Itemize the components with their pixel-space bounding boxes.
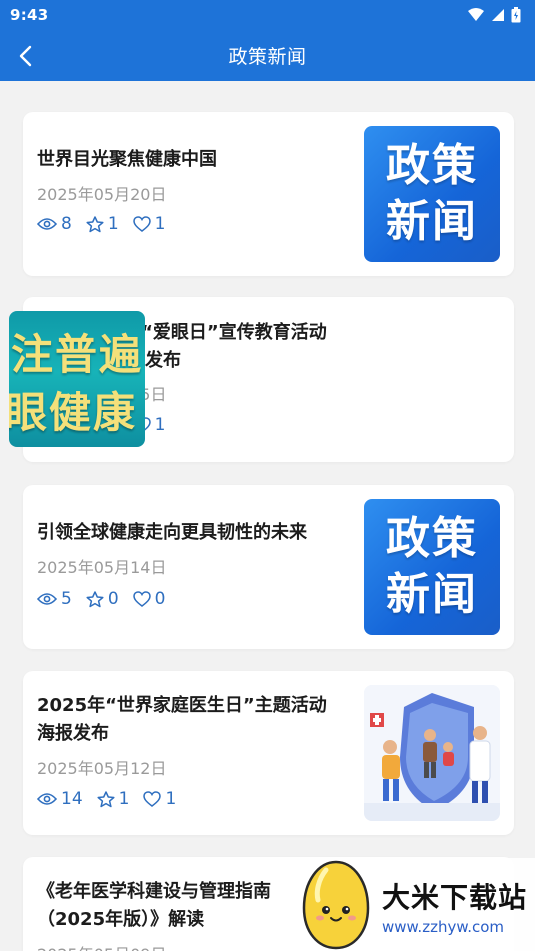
back-button[interactable] <box>10 40 42 72</box>
battery-icon <box>511 7 521 23</box>
status-bar: 9:43 <box>0 0 535 30</box>
like-count[interactable]: 0 <box>132 589 165 609</box>
eye-icon <box>37 593 57 605</box>
news-title: 世界目光聚焦健康中国 <box>37 149 217 170</box>
favorite-count[interactable]: 1 <box>97 789 129 809</box>
news-card[interactable]: 引领全球健康走向更具韧性的未来 2025年05月14日 5 0 0 政策 新闻 <box>23 485 514 649</box>
news-list[interactable]: 世界目光聚焦健康中国 2025年05月20日 8 1 1 政策 新闻 2025年… <box>0 81 535 951</box>
news-title: 2025年“世界家庭医生日”主题活动海报发布 <box>37 695 327 744</box>
view-count: 5 <box>37 589 72 609</box>
news-thumbnail: 政策 新闻 <box>364 499 500 635</box>
star-icon <box>86 590 104 607</box>
view-count: 8 <box>37 214 72 234</box>
favorite-count[interactable]: 0 <box>86 589 119 609</box>
news-stats: 14 1 1 <box>37 789 190 809</box>
news-date: 2025年05月14日 <box>37 558 167 577</box>
view-count: 14 <box>37 789 83 809</box>
news-date: 2025年05月12日 <box>37 759 167 778</box>
chevron-left-icon <box>19 45 32 67</box>
status-icons <box>467 7 521 23</box>
news-card[interactable]: 2025年“世界家庭医生日”主题活动海报发布 2025年05月12日 14 1 … <box>23 671 514 835</box>
heart-icon <box>132 591 151 607</box>
news-date: 2025年05月09日 <box>37 941 166 951</box>
eye-icon <box>37 218 57 230</box>
news-thumbnail: 注普遍 眼健康 <box>9 311 145 447</box>
news-thumbnail <box>364 685 500 821</box>
family-doctor-illustration <box>364 685 500 821</box>
watermark-text: 大米下载站 www.zzhyw.com <box>382 881 528 936</box>
favorite-count[interactable]: 1 <box>86 214 119 234</box>
news-card[interactable]: 世界目光聚焦健康中国 2025年05月20日 8 1 1 政策 新闻 <box>23 112 514 276</box>
watermark: 大米下载站 www.zzhyw.com <box>292 858 535 951</box>
eye-icon <box>37 793 57 805</box>
star-icon <box>86 215 104 232</box>
news-stats: 5 0 0 <box>37 589 179 609</box>
heart-icon <box>132 216 151 232</box>
status-time: 9:43 <box>10 6 49 24</box>
signal-icon <box>492 9 504 21</box>
app-bar: 政策新闻 <box>0 30 535 81</box>
news-title: 引领全球健康走向更具韧性的未来 <box>37 522 307 543</box>
news-stats: 8 1 1 <box>37 214 179 234</box>
like-count[interactable]: 1 <box>143 789 176 809</box>
news-thumbnail: 政策 新闻 <box>364 126 500 262</box>
wifi-icon <box>468 8 484 21</box>
rice-mascot-logo <box>302 860 370 950</box>
heart-icon <box>143 791 162 807</box>
news-card[interactable]: 2025年全国“爱眼日”宣传教育活动公益海报正式发布 2025年05月15日 7… <box>9 297 514 462</box>
news-date: 2025年05月20日 <box>37 185 167 204</box>
like-count[interactable]: 1 <box>132 214 165 234</box>
page-title: 政策新闻 <box>228 46 307 68</box>
news-title: 《老年医学科建设与管理指南（2025年版）》解读 <box>37 881 271 930</box>
star-icon <box>97 790 115 807</box>
